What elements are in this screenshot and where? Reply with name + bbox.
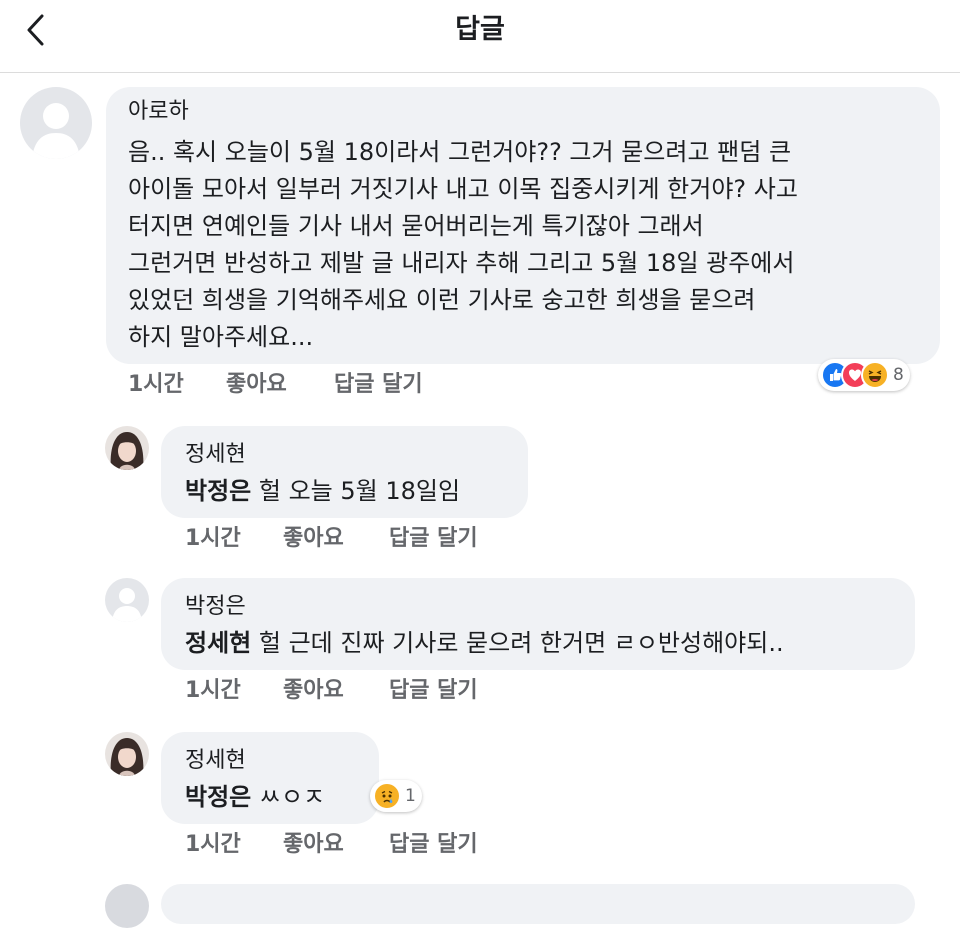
like-button[interactable]: 좋아요 [283,830,344,860]
comment-line: 음.. 혹시 오늘이 5월 18이라서 그런거야?? 그거 묻으려고 팬덤 큰 [128,138,792,166]
default-avatar[interactable] [20,87,92,159]
default-avatar[interactable] [105,578,149,622]
reply-button[interactable]: 답글 달기 [389,830,478,860]
reply-button[interactable]: 답글 달기 [389,676,478,706]
user-photo-icon [105,732,149,776]
reply-author[interactable]: 정세현 [185,747,246,775]
reply-author[interactable]: 정세현 [185,441,246,469]
comment-author[interactable]: 아로하 [128,98,189,126]
person-silhouette-icon [105,578,149,622]
mention-link[interactable]: 박정은 [185,477,251,505]
user-photo-icon [105,426,149,470]
reply-body: ㅆㅇㅈ [251,783,326,811]
timestamp: 1시간 [185,526,241,551]
haha-reaction-icon [861,361,889,389]
reply-button[interactable]: 답글 달기 [389,524,478,554]
top-bar: 답글 [0,0,960,73]
reply-body: 헐 오늘 5월 18일임 [251,477,461,505]
sad-reaction-icon [373,782,401,810]
reply-text: 박정은 ㅆㅇㅈ [185,779,325,816]
user-avatar[interactable] [105,732,149,776]
default-avatar[interactable] [105,884,149,928]
reaction-count: 8 [893,365,904,385]
timestamp: 1시간 [185,678,241,703]
reply-author[interactable]: 박정은 [185,593,246,621]
comment-line: 하지 말아주세요... [128,323,314,351]
timestamp: 1시간 [128,372,184,397]
comment-line: 그런거면 반성하고 제발 글 내리자 추해 그리고 5월 18일 광주에서 [128,249,795,277]
person-silhouette-icon [20,87,92,159]
comment-line: 있었던 희생을 기억해주세요 이런 기사로 숭고한 희생을 묻으려 [128,286,756,314]
reply-button[interactable]: 답글 달기 [334,370,423,400]
like-button[interactable]: 좋아요 [226,370,287,400]
comment-line: 터지면 연예인들 기사 내서 묻어버리는게 특기잖아 그래서 [128,212,704,240]
person-silhouette-icon [105,884,149,928]
user-avatar[interactable] [105,426,149,470]
reaction-count: 1 [405,786,416,806]
reaction-summary[interactable]: 1 [370,780,422,812]
reaction-summary[interactable]: 8 [818,359,910,391]
reply-bubble [161,884,915,924]
mention-link[interactable]: 박정은 [185,783,251,811]
comment-line: 아이돌 모아서 일부러 거짓기사 내고 이목 집중시키게 한거야? 사고 [128,175,798,203]
mention-link[interactable]: 정세현 [185,629,251,657]
reply-text: 박정은 헐 오늘 5월 18일임 [185,473,460,510]
reply-body: 헐 근데 진짜 기사로 묻으려 한거면 ㄹㅇ반성해야되.. [251,629,784,657]
reply-text: 정세현 헐 근데 진짜 기사로 묻으려 한거면 ㄹㅇ반성해야되.. [185,625,784,662]
timestamp: 1시간 [185,832,241,857]
like-button[interactable]: 좋아요 [283,524,344,554]
like-button[interactable]: 좋아요 [283,676,344,706]
page-title: 답글 [455,14,505,45]
